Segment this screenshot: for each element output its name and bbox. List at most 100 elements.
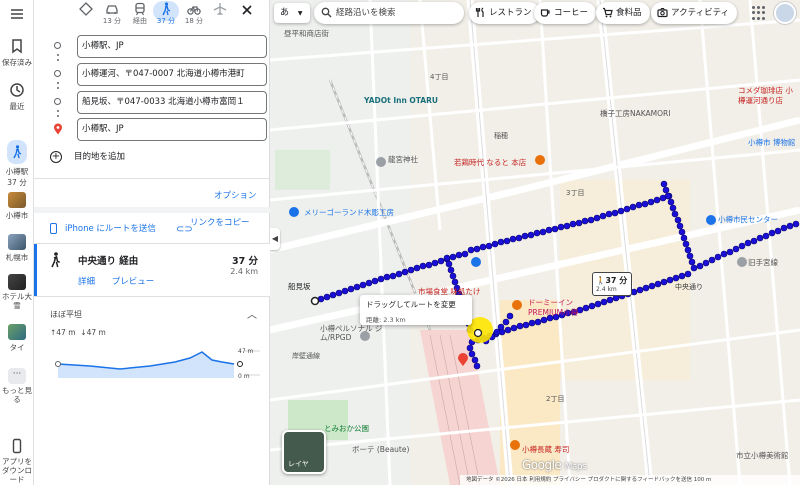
recent-place-thai[interactable]: タイ <box>0 324 34 353</box>
close-icon[interactable] <box>240 3 254 17</box>
poi-komeda[interactable]: コメダ珈琲店 小樽運河通り店 <box>738 86 800 106</box>
add-destination-button[interactable]: + 目的地を追加 <box>50 150 125 163</box>
camera-icon <box>657 7 668 18</box>
recent-button[interactable]: 最近 <box>0 82 34 112</box>
airplane-icon <box>213 3 227 16</box>
diamond-directions-icon <box>79 2 93 16</box>
poi-naruto[interactable]: 若鶏時代 なると 本店 <box>454 157 526 168</box>
walking-icon <box>51 252 61 268</box>
mode-car-time: 13 分 <box>102 17 122 25</box>
poi-merry-go-round[interactable]: メリーゴーランド木彫工房 <box>304 207 394 218</box>
area-label: 稲穂 <box>494 132 508 140</box>
menu-button[interactable] <box>0 6 34 25</box>
mode-flight[interactable] <box>206 2 234 16</box>
mode-transit-label: 経由 <box>133 17 147 25</box>
google-maps-logo: Google Maps <box>522 458 587 472</box>
saved-button[interactable]: 保存済み <box>0 38 34 68</box>
history-icon <box>10 83 24 97</box>
map-canvas[interactable]: 4丁目 3丁目 2丁目 稲穂 中央通り 岸壁通線 船見坂 龍宮神社 YADOt … <box>270 0 800 485</box>
recent-place-label: 札幌市 <box>5 253 29 262</box>
train-icon <box>135 2 145 16</box>
area-label: 4丁目 <box>430 73 449 81</box>
preview-link[interactable]: プレビュー <box>112 277 155 287</box>
mode-bike[interactable]: 18 分 <box>180 2 208 26</box>
selected-route-bar <box>34 244 37 296</box>
mode-car[interactable]: 13 分 <box>98 2 126 26</box>
more-button[interactable]: ··· もっと見る <box>0 368 34 404</box>
avatar[interactable] <box>774 2 796 24</box>
input-method-button[interactable]: あ ▼ <box>274 3 310 23</box>
send-to-iphone-link[interactable]: iPhone にルートを送信 <box>50 222 156 234</box>
poi-persona-gym[interactable]: 小樽ペルソナル ジム/RPGD <box>320 324 390 342</box>
start-label: 船見坂 <box>288 282 311 291</box>
layers-button[interactable]: レイヤ <box>282 430 326 474</box>
route-start-marker <box>310 296 320 306</box>
chip-coffee[interactable]: コーヒー <box>534 2 597 24</box>
car-icon <box>106 5 118 14</box>
poi-kinoko[interactable]: 橋子工房NAKAMORI <box>600 108 670 119</box>
route-option[interactable]: 中央通り 経由 37 分 2.4 km 詳細 プレビュー <box>34 244 270 296</box>
mode-transit[interactable]: 経由 <box>126 2 154 26</box>
current-directions-button[interactable]: 小樽駅 37 分 <box>0 140 34 188</box>
more-dots-icon: ··· <box>8 368 26 384</box>
directions-panel: 13 分 経由 37 分 18 分 小樽駅、JP 小樽運河、〒047-0007 … <box>34 0 270 485</box>
link-icon: ⊂⊃ <box>176 224 193 235</box>
route-links: 詳細 プレビュー <box>78 275 168 287</box>
poi-art-museum[interactable]: 市立小樽美術館 <box>736 450 789 461</box>
details-link[interactable]: 詳細 <box>78 277 95 287</box>
stop-input-3[interactable]: 船見坂、〒047-0033 北海道小樽市富岡１ <box>77 91 267 114</box>
copy-link-label: リンクをコピー <box>190 218 250 228</box>
send-to-iphone-label: iPhone にルートを送信 <box>65 224 156 234</box>
street-label: 岸壁通線 <box>292 352 320 360</box>
chip-activities[interactable]: アクティビティ <box>651 2 738 24</box>
route-drag-tooltip: ドラッグしてルートを変更 距離: 2.3 km <box>360 295 472 325</box>
poi-tomioka-park[interactable]: とみおか公園 <box>324 423 369 434</box>
chip-grocery[interactable]: 食料品 <box>596 2 650 24</box>
stop-input-1[interactable]: 小樽駅、JP <box>77 35 267 58</box>
options-link[interactable]: オプション <box>214 189 257 201</box>
bubble-distance: 2.4 km <box>596 286 617 293</box>
app-download-label: アプリをダウンロード <box>2 457 32 484</box>
chevron-up-icon[interactable]: ︿ <box>247 306 257 321</box>
recent-place-hotel[interactable]: ホテル大雪 <box>0 274 34 310</box>
poi-kyu-temiya[interactable]: 旧手宮線 <box>748 257 778 268</box>
stop-input-2[interactable]: 小樽運河、〒047-0007 北海道小樽市港町 <box>77 63 267 86</box>
poi-dormy-inn[interactable]: ドーミーイン PREMIUM小樽 <box>528 298 590 318</box>
recent-place-label: ホテル大雪 <box>2 292 32 310</box>
copy-link-button[interactable]: ⊂⊃ リンクをコピー <box>176 218 254 235</box>
divider <box>34 178 270 179</box>
route-time: 37 分 <box>231 256 258 267</box>
elevation-gain-loss: ↑47 m ↓47 m <box>50 328 106 337</box>
poi-ryugu-shrine[interactable]: 龍宮神社 <box>388 154 418 165</box>
collapse-panel-button[interactable]: ◀ <box>270 228 280 250</box>
poi-shopping-street[interactable]: 昼平和商店街 <box>284 28 329 39</box>
tooltip-distance: 距離: 2.3 km <box>366 316 406 324</box>
destination-pin-icon <box>54 123 62 135</box>
stop-circle-icon <box>54 42 61 49</box>
apps-grid-icon[interactable] <box>752 6 766 20</box>
recent-place-label: タイ <box>9 343 25 352</box>
route-search-input[interactable]: 経路沿いを検索 <box>314 2 464 24</box>
tooltip-title: ドラッグしてルートを変更 <box>366 300 456 309</box>
map-top-toolbar: あ ▼ 経路沿いを検索 レストラン コーヒー 食料品 アクティビティ <box>270 0 800 26</box>
cart-icon <box>603 7 613 18</box>
recent-place-otaru[interactable]: 小樽市 <box>0 192 34 221</box>
chip-restaurant[interactable]: レストラン <box>469 2 540 24</box>
route-time-bubble[interactable]: 🚶37 分 2.4 km <box>592 272 632 296</box>
mode-best[interactable] <box>72 2 100 16</box>
route-distance: 2.4 km <box>230 267 258 276</box>
poi-marche[interactable]: 小樽長蔵 寿司 <box>522 444 569 455</box>
walking-icon: 🚶 <box>596 276 606 285</box>
mode-walk[interactable]: 37 分 <box>152 1 180 26</box>
phone-icon <box>12 438 22 454</box>
poi-museum[interactable]: 小樽市 博物館 <box>748 138 800 148</box>
stop-input-4[interactable]: 小樽駅、JP <box>77 118 267 141</box>
add-destination-label: 目的地を追加 <box>74 152 126 162</box>
place-thumbnail <box>8 324 26 340</box>
poi-beaute[interactable]: ボーテ (Beaute) <box>352 444 409 455</box>
recent-place-sapporo[interactable]: 札幌市 <box>0 234 34 263</box>
place-thumbnail <box>8 192 26 208</box>
app-download-button[interactable]: アプリをダウンロード <box>0 438 34 484</box>
poi-citizen-center[interactable]: 小樽市民センター <box>718 214 778 225</box>
poi-yadot-inn[interactable]: YADOt Inn OTARU <box>364 96 438 105</box>
